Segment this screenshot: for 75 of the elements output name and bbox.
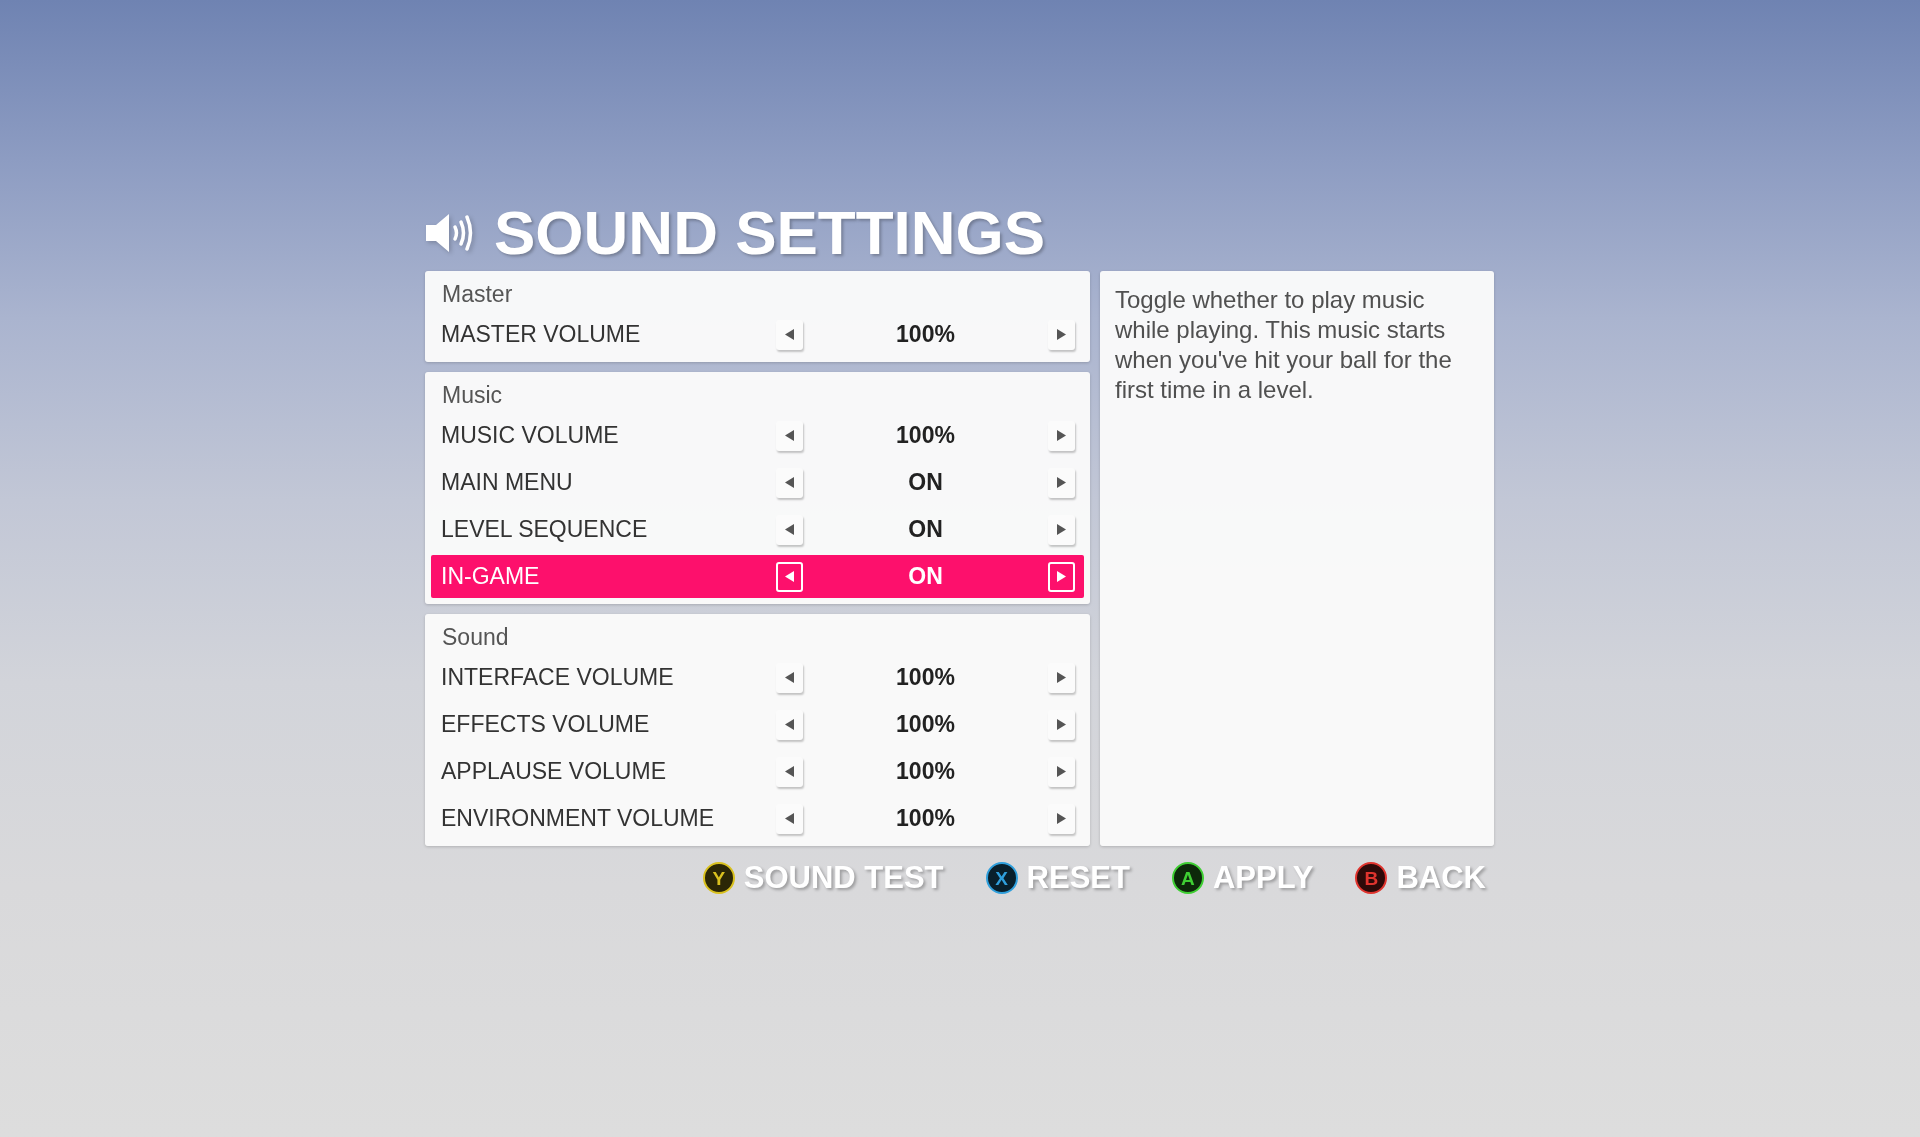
setting-value: 100% bbox=[896, 321, 955, 348]
prompt-button[interactable]: X RESET bbox=[985, 860, 1130, 896]
left-triangle-icon bbox=[785, 813, 794, 824]
setting-row[interactable]: ENVIRONMENT VOLUME 100% bbox=[431, 797, 1084, 840]
controller-key-glyph: X bbox=[985, 862, 1018, 894]
setting-value: 100% bbox=[896, 805, 955, 832]
increase-button[interactable] bbox=[1048, 561, 1075, 592]
description-text: Toggle whether to play music while playing. This music starts when you've hit your ball for the first time in a level. bbox=[1115, 285, 1453, 405]
setting-label: MASTER VOLUME bbox=[441, 321, 641, 347]
decrease-button[interactable] bbox=[776, 467, 803, 498]
increase-button[interactable] bbox=[1048, 420, 1075, 451]
setting-row[interactable]: LEVEL SEQUENCE ON bbox=[431, 508, 1084, 551]
setting-row[interactable]: IN-GAME ON bbox=[431, 555, 1084, 598]
setting-label: IN-GAME bbox=[441, 563, 540, 589]
setting-value: 100% bbox=[896, 422, 955, 449]
setting-value: 100% bbox=[896, 758, 955, 785]
controller-key-glyph: B bbox=[1355, 862, 1388, 894]
increase-button[interactable] bbox=[1048, 319, 1075, 350]
right-triangle-icon bbox=[1057, 672, 1066, 683]
setting-value: 100% bbox=[896, 711, 955, 738]
section-heading: Music bbox=[442, 382, 503, 408]
setting-label: ENVIRONMENT VOLUME bbox=[441, 805, 715, 831]
right-triangle-icon bbox=[1057, 813, 1066, 824]
page-title: SOUND SETTINGS bbox=[494, 200, 1046, 266]
left-triangle-icon bbox=[785, 524, 794, 535]
section-heading: Master bbox=[442, 281, 513, 307]
setting-row[interactable]: MASTER VOLUME 100% bbox=[431, 313, 1084, 356]
increase-button[interactable] bbox=[1048, 467, 1075, 498]
left-triangle-icon bbox=[785, 477, 794, 488]
setting-label: MAIN MENU bbox=[441, 469, 573, 495]
increase-button[interactable] bbox=[1048, 756, 1075, 787]
increase-button[interactable] bbox=[1048, 662, 1075, 693]
setting-row[interactable]: APPLAUSE VOLUME 100% bbox=[431, 750, 1084, 793]
setting-value: 100% bbox=[896, 664, 955, 691]
setting-row[interactable]: MAIN MENU ON bbox=[431, 461, 1084, 504]
left-triangle-icon bbox=[785, 766, 794, 777]
decrease-button[interactable] bbox=[776, 803, 803, 834]
setting-label: LEVEL SEQUENCE bbox=[441, 516, 648, 542]
setting-label: EFFECTS VOLUME bbox=[441, 711, 650, 737]
setting-row[interactable]: MUSIC VOLUME 100% bbox=[431, 414, 1084, 457]
decrease-button[interactable] bbox=[776, 756, 803, 787]
setting-row[interactable]: INTERFACE VOLUME 100% bbox=[431, 656, 1084, 699]
decrease-button[interactable] bbox=[776, 662, 803, 693]
section-heading: Sound bbox=[442, 624, 509, 650]
decrease-button[interactable] bbox=[776, 514, 803, 545]
setting-value: ON bbox=[908, 563, 943, 590]
right-triangle-icon bbox=[1057, 430, 1066, 441]
decrease-button[interactable] bbox=[776, 561, 803, 592]
right-triangle-icon bbox=[1057, 571, 1066, 582]
left-triangle-icon bbox=[785, 571, 794, 582]
increase-button[interactable] bbox=[1048, 514, 1075, 545]
decrease-button[interactable] bbox=[776, 420, 803, 451]
decrease-button[interactable] bbox=[776, 709, 803, 740]
decrease-button[interactable] bbox=[776, 319, 803, 350]
right-triangle-icon bbox=[1057, 477, 1066, 488]
controller-key-glyph: A bbox=[1171, 862, 1204, 894]
right-triangle-icon bbox=[1057, 766, 1066, 777]
setting-row[interactable]: EFFECTS VOLUME 100% bbox=[431, 703, 1084, 746]
right-triangle-icon bbox=[1057, 524, 1066, 535]
right-triangle-icon bbox=[1057, 719, 1066, 730]
setting-label: INTERFACE VOLUME bbox=[441, 664, 674, 690]
left-triangle-icon bbox=[785, 430, 794, 441]
setting-value: ON bbox=[908, 469, 943, 496]
controller-key-glyph: Y bbox=[702, 862, 735, 894]
increase-button[interactable] bbox=[1048, 709, 1075, 740]
increase-button[interactable] bbox=[1048, 803, 1075, 834]
speaker-icon bbox=[425, 212, 475, 254]
setting-value: ON bbox=[908, 516, 943, 543]
left-triangle-icon bbox=[785, 329, 794, 340]
right-triangle-icon bbox=[1057, 329, 1066, 340]
left-triangle-icon bbox=[785, 672, 794, 683]
setting-label: MUSIC VOLUME bbox=[441, 422, 619, 448]
left-triangle-icon bbox=[785, 719, 794, 730]
setting-label: APPLAUSE VOLUME bbox=[441, 758, 666, 784]
prompt-button[interactable]: A APPLY bbox=[1171, 860, 1314, 896]
